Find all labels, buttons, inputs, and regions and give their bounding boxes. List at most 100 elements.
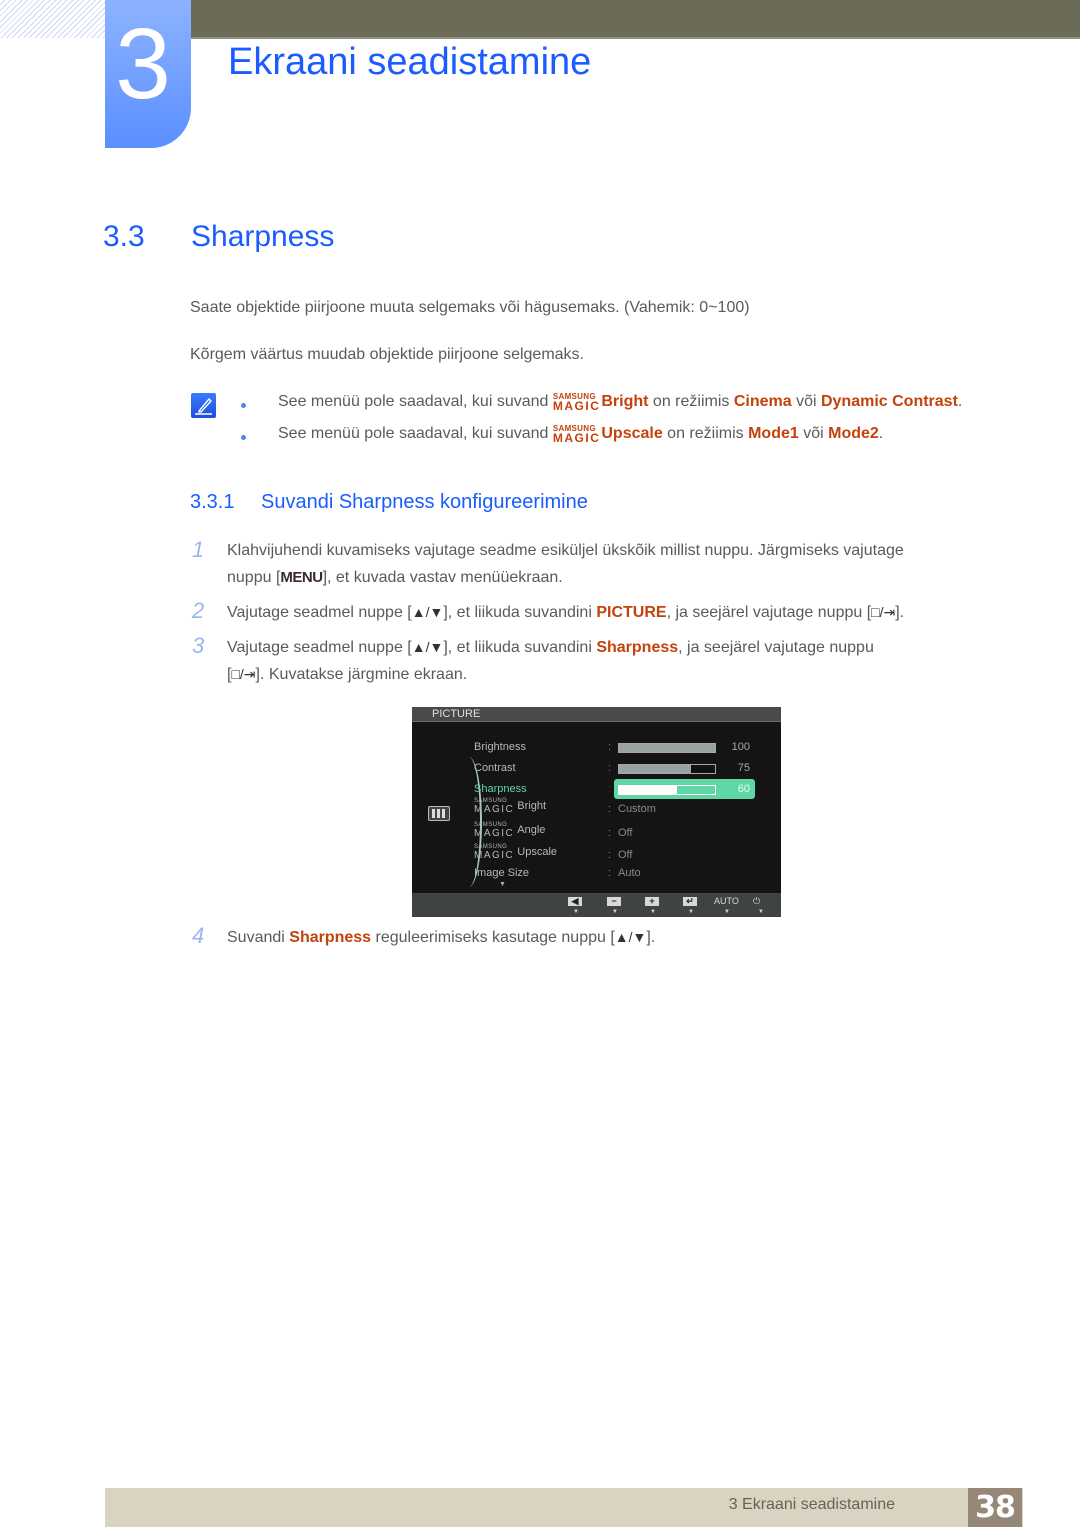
osd-item-label-text: Bright xyxy=(517,800,547,812)
section-number: 3.3 xyxy=(103,220,145,253)
auto-button-icon[interactable]: AUTO xyxy=(714,896,739,906)
note-text: See menüü pole saadaval, kui suvand xyxy=(278,393,553,410)
header-bar xyxy=(190,0,1080,39)
osd-arrow-indicator-icon: ▼ xyxy=(650,909,656,915)
source-enter-keys-icon: □/⇥ xyxy=(871,604,896,620)
step-text: ]. xyxy=(895,604,905,621)
step-text: ]. Kuvatakse järgmine ekraan. xyxy=(255,666,468,683)
step-text: ], et liikuda suvandini xyxy=(443,639,597,656)
osd-menu-item[interactable]: Brightness: 100 xyxy=(474,739,774,757)
step-text: , ja seejärel vajutage nuppu xyxy=(678,639,874,656)
note-item: See menüü pole saadaval, kui suvand SAMS… xyxy=(278,392,963,413)
footer-chapter-label: 3 Ekraani seadistamine xyxy=(728,1496,895,1513)
osd-item-label-text: Contrast xyxy=(474,762,516,774)
step-number: 1 xyxy=(192,537,205,562)
note-text: See menüü pole saadaval, kui suvand xyxy=(278,425,553,442)
up-down-keys-icon: ▲/▼ xyxy=(411,604,444,620)
osd-value-bar[interactable] xyxy=(618,743,716,753)
osd-item-label: SAMSUNG MAGIC Bright xyxy=(474,798,547,815)
step-text-cont: nuppu [MENU], et kuvada vastav menüüekra… xyxy=(227,568,563,588)
up-down-keys-icon: ▲/▼ xyxy=(411,639,444,655)
step-text: ], et kuvada vastav menüüekraan. xyxy=(322,569,563,586)
note-bullet-icon xyxy=(241,403,246,408)
samsung-magic-logo: SAMSUNG MAGIC xyxy=(474,822,515,839)
osd-item-value: Off xyxy=(618,827,633,839)
step-text: nuppu [ xyxy=(227,569,281,586)
osd-value-bar[interactable] xyxy=(618,785,716,795)
osd-value-bar-fill xyxy=(619,786,677,794)
osd-menu-item[interactable]: Contrast: 75 xyxy=(474,760,774,778)
section-title: Sharpness xyxy=(191,220,335,253)
note-mode: Cinema xyxy=(733,393,792,410)
osd-arrow-indicator-icon: ▼ xyxy=(612,909,618,915)
samsung-magic-logo: SAMSUNG MAGIC xyxy=(552,393,601,413)
note-text: või xyxy=(791,393,821,410)
power-button-icon[interactable]: ⏻ xyxy=(753,896,760,906)
note-mode: Dynamic Contrast xyxy=(820,393,958,410)
step-text: Vajutage seadmel nuppe [▲/▼], et liikuda… xyxy=(227,637,874,658)
osd-menu-item[interactable]: Image Size: Auto xyxy=(474,865,774,883)
step-text: Vajutage seadmel nuppe [ xyxy=(227,639,412,656)
osd-item-value: Off xyxy=(618,849,633,861)
osd-separator: : xyxy=(608,867,612,879)
osd-arrow-indicator-icon: ▼ xyxy=(573,909,579,915)
step-text: Vajutage seadmel nuppe [▲/▼], et liikuda… xyxy=(227,602,904,623)
note-pencil-icon xyxy=(191,393,216,418)
step-text-cont: [□/⇥]. Kuvatakse järgmine ekraan. xyxy=(227,664,467,685)
intro-paragraph-2: Kõrgem väärtus muudab objektide piirjoon… xyxy=(190,346,584,363)
osd-separator: : xyxy=(608,741,612,753)
picture-menu-icon xyxy=(428,806,450,821)
left-button-icon[interactable]: ◀ xyxy=(568,897,582,906)
step-text: reguleerimiseks kasutage nuppu [ xyxy=(371,929,615,946)
magic-bottom: MAGIC xyxy=(474,828,515,839)
osd-separator: : xyxy=(608,827,612,839)
osd-item-value: Custom xyxy=(618,803,656,815)
page-number: 38 xyxy=(968,1488,1022,1527)
enter-button-icon[interactable]: ↵ xyxy=(683,897,697,906)
plus-button-icon[interactable]: + xyxy=(645,897,659,906)
osd-arrow-indicator-icon: ▼ xyxy=(724,909,730,915)
step-text: Klahvijuhendi kuvamiseks vajutage seadme… xyxy=(227,542,904,559)
osd-value-bar[interactable] xyxy=(618,764,716,774)
magic-bottom: MAGIC xyxy=(552,399,601,413)
osd-header: PICTURE xyxy=(412,707,781,722)
osd-value-bar-fill xyxy=(619,744,715,752)
magic-bottom: MAGIC xyxy=(474,804,515,815)
minus-button-icon[interactable]: − xyxy=(607,897,621,906)
note-item: See menüü pole saadaval, kui suvand SAMS… xyxy=(278,424,884,445)
osd-item-label: SAMSUNG MAGIC Upscale xyxy=(474,844,558,861)
step-number: 2 xyxy=(192,598,205,623)
osd-item-value: 100 xyxy=(731,741,750,753)
step-highlight: Sharpness xyxy=(289,929,372,946)
samsung-magic-logo: SAMSUNG MAGIC xyxy=(474,844,515,861)
osd-item-label-text: Image Size xyxy=(474,867,530,879)
note-text: . xyxy=(878,425,884,442)
osd-item-label-text: Angle xyxy=(517,824,546,836)
intro-paragraph: Saate objektide piirjoone muuta selgemak… xyxy=(190,299,750,316)
note-bullet-icon xyxy=(241,435,246,440)
step-highlight: PICTURE xyxy=(596,604,667,621)
osd-separator: : xyxy=(608,762,612,774)
magic-bottom: MAGIC xyxy=(552,431,601,445)
osd-arrow-indicator-icon: ▼ xyxy=(758,909,764,915)
step-text: Vajutage seadmel nuppe [ xyxy=(227,604,412,621)
scroll-down-indicator-icon: ▼ xyxy=(499,881,506,888)
header-hatch-decoration xyxy=(0,0,105,38)
note-option: Upscale xyxy=(601,425,663,442)
menu-key-label: MENU xyxy=(280,569,323,586)
chapter-title: Ekraani seadistamine xyxy=(228,41,592,83)
note-text: on režiimis xyxy=(648,393,734,410)
osd-item-label-text: Sharpness xyxy=(474,783,527,795)
osd-menu-item[interactable]: Sharpness: 60 xyxy=(474,779,774,799)
osd-item-label: Image Size xyxy=(474,867,529,879)
osd-item-label: SAMSUNG MAGIC Angle xyxy=(474,822,546,839)
note-text: on režiimis xyxy=(662,425,749,442)
osd-menu-item[interactable]: SAMSUNG MAGIC Upscale: Off xyxy=(474,844,774,865)
osd-item-label-text: Upscale xyxy=(517,846,558,858)
samsung-magic-logo: SAMSUNG MAGIC xyxy=(474,798,515,815)
note-text: . xyxy=(957,393,963,410)
osd-menu-item[interactable]: SAMSUNG MAGIC Angle: Off xyxy=(474,822,774,843)
osd-menu-item[interactable]: SAMSUNG MAGIC Bright: Custom xyxy=(474,798,774,819)
osd-arrow-indicator-icon: ▼ xyxy=(688,909,694,915)
magic-bottom: MAGIC xyxy=(474,850,515,861)
